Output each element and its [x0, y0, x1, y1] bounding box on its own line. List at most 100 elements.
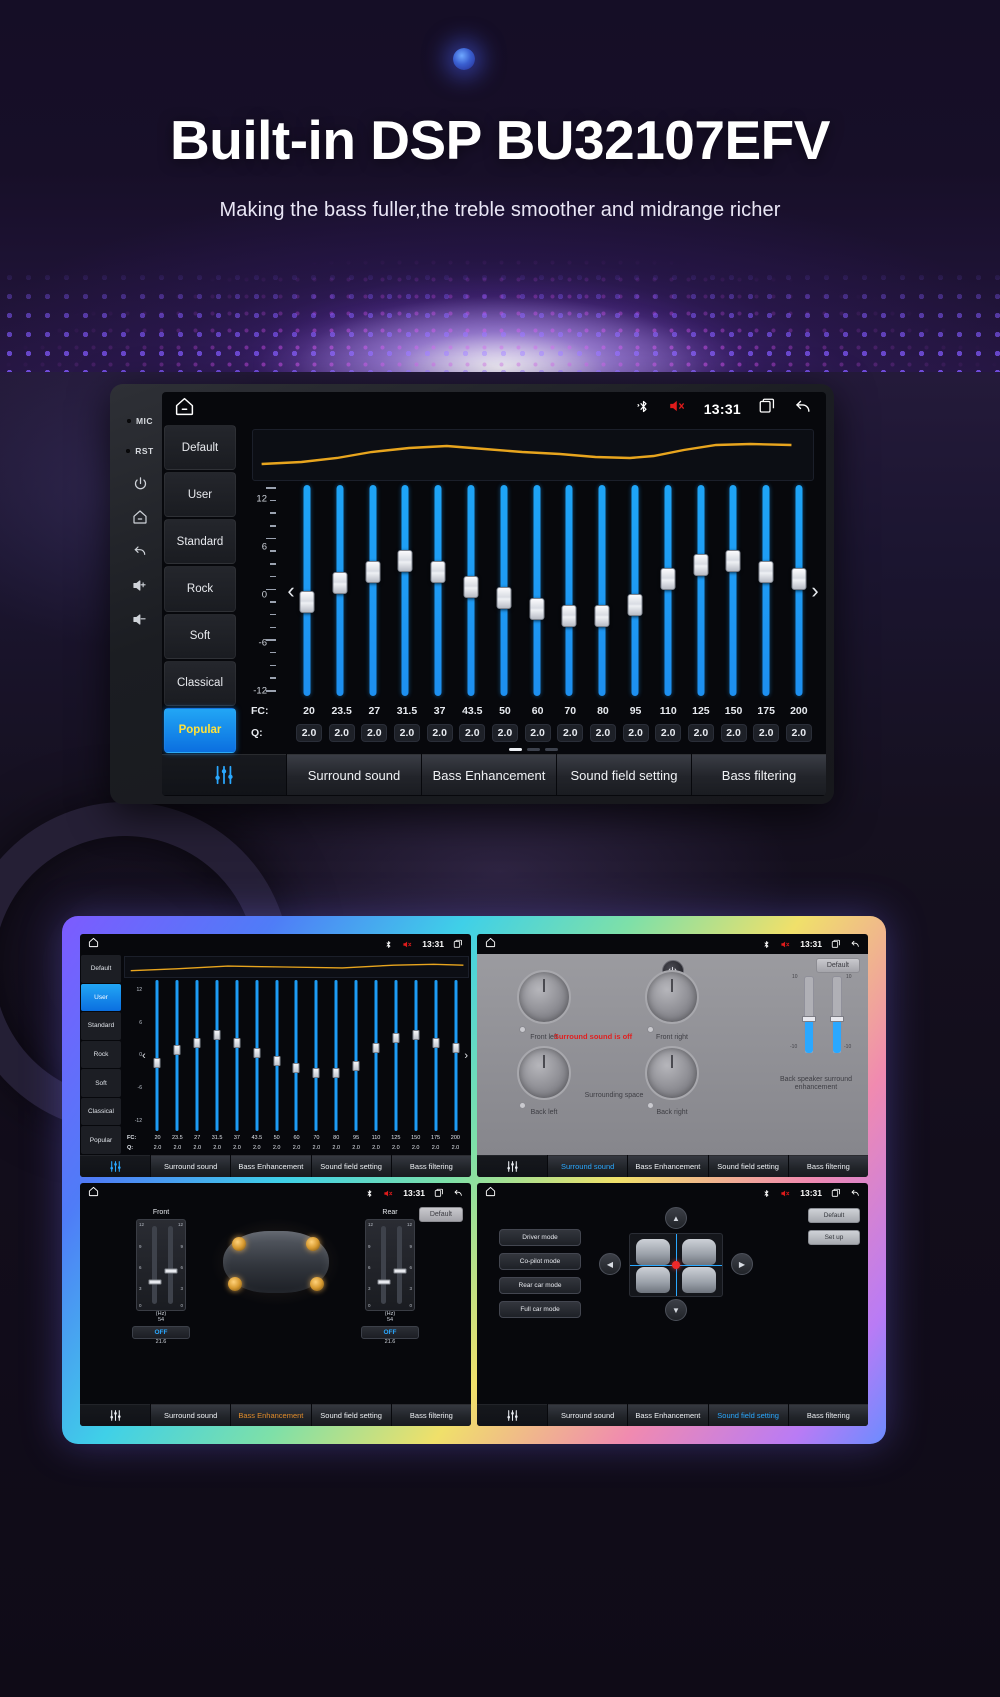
mini-eq-band-43.5[interactable]: [253, 980, 261, 1131]
mini-fc-value[interactable]: 20: [151, 1135, 164, 1141]
mini-eq-band-37[interactable]: [233, 980, 241, 1131]
tab-bass-enhancement[interactable]: Bass Enhancement: [422, 754, 556, 795]
mini-q-value[interactable]: 2.0: [191, 1145, 204, 1151]
arrow-right-button[interactable]: ▶: [731, 1253, 753, 1275]
q-value[interactable]: 2.0: [393, 724, 420, 742]
front-right-knob[interactable]: [645, 970, 699, 1024]
q-value[interactable]: 2.0: [720, 724, 747, 742]
fc-value[interactable]: 43.5: [459, 705, 485, 717]
back-enhance-slider-right[interactable]: [830, 976, 844, 1054]
mini-eq-band-50[interactable]: [273, 980, 281, 1131]
mini-tab-soundfield[interactable]: Sound field setting: [708, 1155, 788, 1177]
mode-rear-car[interactable]: Rear car mode: [499, 1277, 581, 1294]
mini-q-value[interactable]: 2.0: [409, 1145, 422, 1151]
fc-value[interactable]: 23.5: [329, 705, 355, 717]
mini-tab-surround[interactable]: Surround sound: [151, 1155, 231, 1177]
eq-band-knob[interactable]: [529, 597, 545, 620]
preset-soft[interactable]: Soft: [164, 613, 236, 659]
mini-fc-value[interactable]: 95: [350, 1135, 363, 1141]
back-enhance-slider-left[interactable]: [802, 976, 816, 1054]
back-button[interactable]: [123, 534, 157, 568]
preset-rock[interactable]: Rock: [164, 566, 236, 612]
mini-eq-band-175[interactable]: [432, 980, 440, 1131]
mini-q-value[interactable]: 2.0: [250, 1145, 263, 1151]
mini-q-value[interactable]: 2.0: [230, 1145, 243, 1151]
eq-band-knob[interactable]: [725, 549, 741, 572]
mini-fc-value[interactable]: 31.5: [211, 1135, 224, 1141]
mini-preset-classical[interactable]: Classical: [81, 1097, 121, 1126]
mini-tab-soundfield[interactable]: Sound field setting: [311, 1155, 391, 1177]
surround-sound-thumbnail[interactable]: 13:31 Default Front left Front right Bac…: [477, 934, 868, 1177]
eq-band-knob[interactable]: [299, 590, 315, 613]
mini-tab-surround[interactable]: Surround sound: [548, 1404, 628, 1426]
q-value[interactable]: 2.0: [491, 724, 518, 742]
mini-fc-value[interactable]: 37: [230, 1135, 243, 1141]
eq-band-27[interactable]: [365, 485, 381, 696]
mini-eq-band-60[interactable]: [292, 980, 300, 1131]
mini-fc-value[interactable]: 27: [191, 1135, 204, 1141]
mini-preset-standard[interactable]: Standard: [81, 1012, 121, 1040]
mini-tab-equalizer[interactable]: [477, 1155, 547, 1177]
eq-band-110[interactable]: [660, 485, 676, 696]
mini-tab-bass[interactable]: Bass Enhancement: [231, 1155, 311, 1177]
tab-bass-filtering[interactable]: Bass filtering: [692, 754, 826, 795]
soundfield-default-button[interactable]: Default: [808, 1208, 860, 1223]
volume-up-button[interactable]: [123, 568, 157, 602]
home-icon[interactable]: [88, 935, 99, 953]
fc-value[interactable]: 37: [427, 705, 453, 717]
eq-band-95[interactable]: [627, 485, 643, 696]
mini-fc-value[interactable]: 70: [310, 1135, 323, 1141]
q-value[interactable]: 2.0: [785, 724, 812, 742]
bass-enhancement-thumbnail[interactable]: 13:31 Default Front 12 12 9 9 6 6 3 3 0 …: [80, 1183, 471, 1426]
mini-fc-value[interactable]: 23.5: [171, 1135, 184, 1141]
fc-value[interactable]: 175: [753, 705, 779, 717]
q-value[interactable]: 2.0: [557, 724, 584, 742]
eq-band-knob[interactable]: [627, 594, 643, 617]
eq-band-knob[interactable]: [693, 553, 709, 576]
fc-value[interactable]: 20: [296, 705, 322, 717]
mode-copilot[interactable]: Co-pilot mode: [499, 1253, 581, 1270]
mini-q-value[interactable]: 2.0: [171, 1145, 184, 1151]
page-dot[interactable]: [508, 747, 522, 751]
mini-preset-default[interactable]: Default: [81, 955, 121, 983]
mode-full-car[interactable]: Full car mode: [499, 1301, 581, 1318]
mini-q-value[interactable]: 2.0: [350, 1145, 363, 1151]
volume-down-button[interactable]: [123, 602, 157, 636]
mini-tab-bassfilter[interactable]: Bass filtering: [391, 1155, 471, 1177]
eq-band-knob[interactable]: [496, 586, 512, 609]
mini-eq-band-95[interactable]: [352, 980, 360, 1131]
mini-tab-equalizer[interactable]: [80, 1404, 150, 1426]
arrow-down-button[interactable]: ▼: [665, 1299, 687, 1321]
eq-band-knob[interactable]: [463, 575, 479, 598]
q-value[interactable]: 2.0: [328, 724, 355, 742]
sound-field-thumbnail[interactable]: 13:31 Driver mode Co-pilot mode Rear car…: [477, 1183, 868, 1426]
eq-band-knob[interactable]: [561, 605, 577, 628]
tab-sound-field-setting[interactable]: Sound field setting: [557, 754, 691, 795]
surround-default-button[interactable]: Default: [815, 958, 860, 973]
eq-band-20[interactable]: [299, 485, 315, 696]
mini-eq-band-80[interactable]: [332, 980, 340, 1131]
page-dot[interactable]: [526, 747, 540, 751]
eq-band-50[interactable]: [496, 485, 512, 696]
mini-eq-band-20[interactable]: [153, 980, 161, 1131]
sound-focus-point[interactable]: [672, 1261, 680, 1269]
mini-q-value[interactable]: 2.0: [429, 1145, 442, 1151]
mini-fc-value[interactable]: 150: [409, 1135, 422, 1141]
mini-q-value[interactable]: 2.0: [369, 1145, 382, 1151]
mini-tab-bass[interactable]: Bass Enhancement: [628, 1155, 708, 1177]
eq-band-70[interactable]: [561, 485, 577, 696]
q-value[interactable]: 2.0: [687, 724, 714, 742]
q-value[interactable]: 2.0: [361, 724, 388, 742]
arrow-left-button[interactable]: ◀: [599, 1253, 621, 1275]
eq-band-125[interactable]: [693, 485, 709, 696]
mini-fc-value[interactable]: 60: [290, 1135, 303, 1141]
eq-band-knob[interactable]: [397, 549, 413, 572]
mini-tab-equalizer[interactable]: [477, 1404, 547, 1426]
mini-fc-value[interactable]: 200: [449, 1135, 462, 1141]
preset-popular[interactable]: Popular: [164, 707, 236, 753]
q-value[interactable]: 2.0: [655, 724, 682, 742]
rear-bass-slider-a[interactable]: [377, 1226, 390, 1304]
eq-band-43.5[interactable]: [463, 485, 479, 696]
back-arrow-icon[interactable]: [793, 397, 812, 421]
eq-band-37[interactable]: [430, 485, 446, 696]
